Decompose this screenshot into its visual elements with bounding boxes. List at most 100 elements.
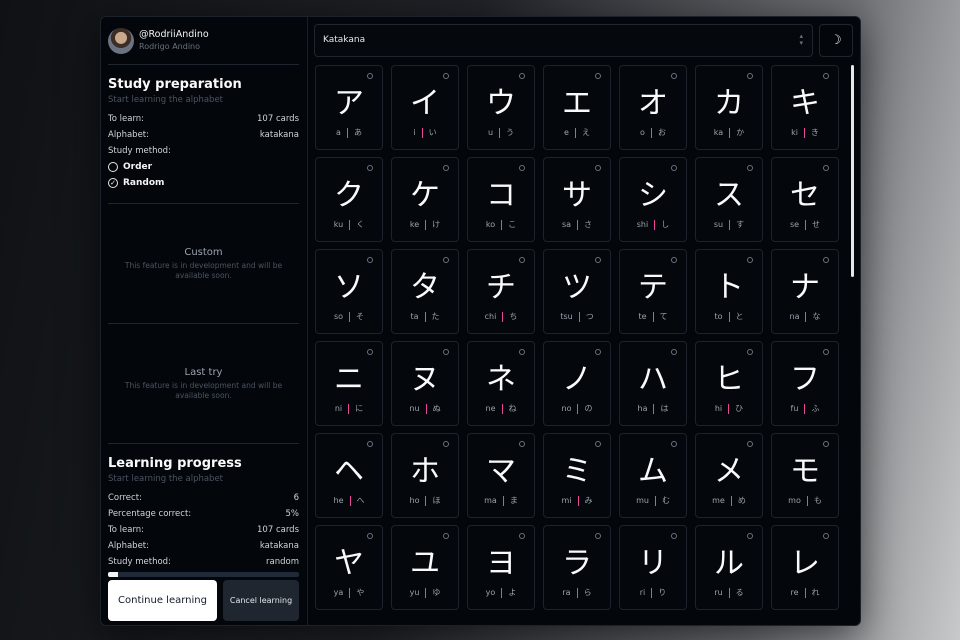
kana-card[interactable]: ミ mi み	[543, 433, 611, 518]
kana-card[interactable]: コ ko こ	[467, 157, 535, 242]
romaji: ki	[791, 128, 798, 137]
kana-card[interactable]: シ shi し	[619, 157, 687, 242]
separator	[652, 311, 654, 322]
theme-toggle-button[interactable]: ☽	[819, 23, 853, 57]
app-window: @RodriiAndino Rodrigo Andino Study prepa…	[100, 16, 861, 626]
kana-card[interactable]: キ ki き	[771, 65, 839, 150]
kana-card[interactable]: アaあ	[315, 65, 383, 150]
card-reading: mo も	[788, 495, 822, 506]
kana-card[interactable]: オoお	[619, 65, 687, 150]
status-dot-icon	[823, 257, 829, 263]
kana-card[interactable]: ハ ha は	[619, 341, 687, 426]
kana-card[interactable]: ナ na な	[771, 249, 839, 334]
separator	[425, 495, 427, 506]
kana-card[interactable]: ラ ra ら	[543, 525, 611, 610]
kana-card[interactable]: マ ma ま	[467, 433, 535, 518]
alphabet-select-value: Katakana	[323, 35, 366, 45]
kana-card[interactable]: ト to と	[695, 249, 763, 334]
kana-card[interactable]: ヤ ya や	[315, 525, 383, 610]
kana-card[interactable]: エeえ	[543, 65, 611, 150]
cancel-learning-button[interactable]: Cancel learning	[223, 580, 299, 621]
katakana-char: ア	[334, 86, 364, 121]
radio-order[interactable]: Order	[108, 159, 299, 175]
kana-card[interactable]: ヨ yo よ	[467, 525, 535, 610]
study-preparation-section: Study preparation Start learning the alp…	[108, 65, 299, 203]
kana-card[interactable]: ヒ hi ひ	[695, 341, 763, 426]
romaji: ko	[485, 220, 496, 229]
status-dot-icon	[595, 533, 601, 539]
katakana-char: ト	[714, 270, 744, 305]
kana-card[interactable]: テ te て	[619, 249, 687, 334]
user-name: Rodrigo Andino	[139, 42, 201, 51]
romaji: sa	[561, 220, 572, 229]
kana-card[interactable]: ム mu む	[619, 433, 687, 518]
separator	[728, 403, 730, 414]
study-method-row: Study method:	[108, 143, 299, 159]
separator	[729, 127, 731, 138]
separator	[349, 587, 351, 598]
status-dot-icon	[823, 349, 829, 355]
card-reading: nu ぬ	[409, 403, 441, 414]
separator	[501, 403, 503, 414]
kana-card[interactable]: ケ ke け	[391, 157, 459, 242]
kana-card[interactable]: タ ta た	[391, 249, 459, 334]
status-dot-icon	[595, 441, 601, 447]
kana-card[interactable]: メ me め	[695, 433, 763, 518]
card-reading: ha は	[638, 403, 668, 414]
kana-card[interactable]: リ ri り	[619, 525, 687, 610]
alphabet-select[interactable]: Katakana ▴ ▾	[314, 23, 813, 57]
kana-card[interactable]: モ mo も	[771, 433, 839, 518]
kana-card[interactable]: ユ yu ゆ	[391, 525, 459, 610]
section-title: Learning progress	[108, 456, 242, 471]
kana-card[interactable]: カ ka か	[695, 65, 763, 150]
card-reading: he へ	[334, 495, 365, 506]
alphabet-value: katakana	[259, 130, 299, 140]
kana-card[interactable]: フ fu ふ	[771, 341, 839, 426]
kana-card[interactable]: ヘ he へ	[315, 433, 383, 518]
romaji: mo	[788, 496, 801, 505]
card-reading: re れ	[790, 587, 820, 598]
hiragana: し	[661, 220, 670, 229]
kana-card[interactable]: セ se せ	[771, 157, 839, 242]
kana-card[interactable]: ヌ nu ぬ	[391, 341, 459, 426]
kana-card[interactable]: ノ no の	[543, 341, 611, 426]
last-try-description: This feature is in development and will …	[124, 380, 283, 400]
progress-fill	[108, 572, 118, 577]
kana-card[interactable]: ホ ho ほ	[391, 433, 459, 518]
romaji: ka	[713, 128, 724, 137]
kana-card[interactable]: ツ tsu つ	[543, 249, 611, 334]
kana-card[interactable]: イiい	[391, 65, 459, 150]
status-dot-icon	[443, 165, 449, 171]
radio-random[interactable]: ✓ Random	[108, 175, 299, 191]
card-reading: fu ふ	[791, 403, 819, 414]
kana-card[interactable]: ウuう	[467, 65, 535, 150]
scrollbar[interactable]	[851, 65, 854, 277]
separator	[577, 219, 579, 230]
romaji: ru	[714, 588, 723, 597]
kana-card[interactable]: サ sa さ	[543, 157, 611, 242]
kana-card[interactable]: ク ku く	[315, 157, 383, 242]
hiragana: さ	[584, 220, 593, 229]
card-reading: mu む	[636, 495, 670, 506]
kana-card[interactable]: ソ so そ	[315, 249, 383, 334]
alphabet-label: Alphabet:	[108, 130, 149, 140]
continue-learning-button[interactable]: Continue learning	[108, 580, 217, 621]
user-handle: @RodriiAndino	[139, 29, 209, 40]
romaji: yo	[485, 588, 496, 597]
romaji: nu	[409, 404, 420, 413]
kana-card[interactable]: レ re れ	[771, 525, 839, 610]
katakana-char: ユ	[410, 546, 440, 581]
kana-card[interactable]: ニ ni に	[315, 341, 383, 426]
user-profile[interactable]: @RodriiAndino Rodrigo Andino	[108, 17, 299, 65]
study-method-row: Study method: random	[108, 554, 299, 570]
romaji: shi	[636, 220, 649, 229]
last-try-title: Last try	[184, 366, 223, 378]
kana-card[interactable]: ル ru る	[695, 525, 763, 610]
card-reading: ku く	[334, 219, 364, 230]
status-dot-icon	[823, 165, 829, 171]
kana-card[interactable]: チ chi ち	[467, 249, 535, 334]
katakana-char: ナ	[790, 270, 820, 305]
kana-card[interactable]: ス su す	[695, 157, 763, 242]
hiragana: へ	[356, 496, 365, 505]
kana-card[interactable]: ネ ne ね	[467, 341, 535, 426]
